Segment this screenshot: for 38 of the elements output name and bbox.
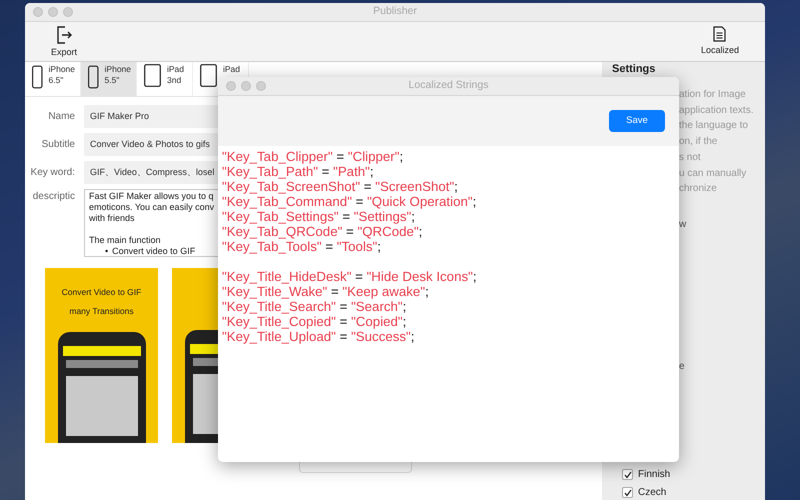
- checkbox[interactable]: [622, 487, 633, 498]
- settings-text: u can manually: [679, 166, 746, 181]
- field-label: descriptic: [32, 190, 75, 204]
- export-button[interactable]: Export: [49, 22, 80, 61]
- code-line: "Key_Title_HideDesk" = "Hide Desk Icons";: [222, 269, 477, 284]
- settings-text: chronize: [679, 182, 717, 196]
- field-label: Name: [47, 110, 75, 124]
- screenshot-caption: many Transitions: [69, 304, 134, 318]
- settings-text: s not: [679, 150, 701, 165]
- phone-icon: [32, 64, 43, 90]
- settings-text: application texts.: [679, 104, 754, 118]
- bullet-mark: •: [105, 246, 108, 256]
- checkbox[interactable]: [622, 469, 633, 480]
- settings-text: the language to: [679, 119, 748, 134]
- code-line: "Key_Title_Copied" = "Copied";: [222, 314, 406, 329]
- settings-text: w: [679, 218, 686, 232]
- language-label: Finnish: [638, 468, 670, 482]
- device-tab[interactable]: iPhone 5.5": [81, 62, 137, 96]
- window-title: Localized Strings: [408, 79, 488, 92]
- settings-text: on, if the: [679, 135, 718, 150]
- field-label: Key word:: [30, 166, 75, 180]
- screenshot-title: Convert Video to GIF: [62, 286, 142, 299]
- localized-button[interactable]: Localized: [698, 22, 741, 61]
- tablet-icon: [200, 64, 217, 87]
- code-line: "Key_Title_Wake" = "Keep awake";: [222, 284, 429, 299]
- document-icon: [713, 26, 726, 42]
- tablet-icon: [144, 64, 161, 87]
- code-line: "Key_Title_Upload" = "Success";: [222, 329, 414, 344]
- export-icon: [56, 26, 72, 44]
- settings-text: e: [679, 360, 685, 374]
- code-line: "Key_Title_Search" = "Search";: [222, 299, 406, 314]
- field-label: Subtitle: [40, 138, 75, 152]
- settings-text: ation for Image: [679, 88, 746, 102]
- window-title: Publisher: [373, 5, 417, 18]
- save-button[interactable]: Save: [609, 110, 665, 132]
- language-label: Czech: [638, 486, 666, 500]
- phone-icon: [88, 64, 99, 90]
- settings-heading: Settings: [612, 63, 656, 75]
